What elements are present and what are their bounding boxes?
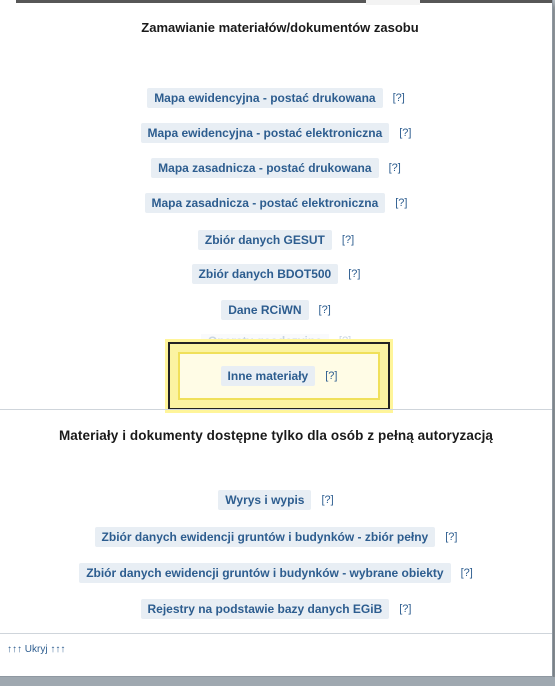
help-link[interactable]: [?] xyxy=(389,161,401,175)
panel-title: Zamawianie materiałów/dokumentów zasobu xyxy=(141,20,419,35)
order-button-egib-pelny[interactable]: Zbiór danych ewidencji gruntów i budynkó… xyxy=(94,527,436,547)
hide-link[interactable]: ↑↑↑ Ukryj ↑↑↑ xyxy=(7,644,65,655)
list-item: Wyrys i wypis [?] xyxy=(0,490,552,510)
help-link[interactable]: [?] xyxy=(445,530,457,544)
highlighted-list-item: Inne materiały [?] xyxy=(178,352,380,400)
section-divider xyxy=(0,633,552,634)
order-button-mapa-ewidencyjna-elektroniczna[interactable]: Mapa ewidencyjna - postać elektroniczna xyxy=(140,123,390,143)
help-link[interactable]: [?] xyxy=(321,493,333,507)
help-link[interactable]: [?] xyxy=(395,196,407,210)
list-item: Mapa zasadnicza - postać elektroniczna [… xyxy=(0,193,552,213)
order-button-rciwn[interactable]: Dane RCiWN xyxy=(221,300,309,320)
help-link[interactable]: [?] xyxy=(342,233,354,247)
order-button-inne-materialy[interactable]: Inne materiały xyxy=(220,366,316,386)
order-button-mapa-ewidencyjna-drukowana[interactable]: Mapa ewidencyjna - postać drukowana xyxy=(147,88,383,108)
authorized-section-title: Materiały i dokumenty dostępne tylko dla… xyxy=(58,428,494,443)
order-button-bdot500[interactable]: Zbiór danych BDOT500 xyxy=(191,264,339,284)
help-link[interactable]: [?] xyxy=(399,602,411,616)
list-item: Dane RCiWN [?] xyxy=(0,300,552,320)
order-materials-panel: Zamawianie materiałów/dokumentów zasobu … xyxy=(0,0,553,677)
list-item: Mapa ewidencyjna - postać elektroniczna … xyxy=(0,123,552,143)
panel-top-edge xyxy=(16,0,552,3)
list-item: Zbiór danych ewidencji gruntów i budynkó… xyxy=(0,563,552,583)
list-item: Zbiór danych ewidencji gruntów i budynkó… xyxy=(0,527,552,547)
help-link[interactable]: [?] xyxy=(399,126,411,140)
section-divider xyxy=(0,409,552,410)
list-item: Mapa zasadnicza - postać drukowana [?] xyxy=(0,158,552,178)
order-button-rejestry-egib[interactable]: Rejestry na podstawie bazy danych EGiB xyxy=(140,599,390,619)
help-link[interactable]: [?] xyxy=(393,91,405,105)
highlight-box: Inne materiały [?] xyxy=(168,342,390,410)
help-link[interactable]: [?] xyxy=(461,566,473,580)
list-item: Mapa ewidencyjna - postać drukowana [?] xyxy=(0,88,552,108)
list-item: Rejestry na podstawie bazy danych EGiB [… xyxy=(0,599,552,619)
list-item: Zbiór danych GESUT [?] xyxy=(0,230,552,250)
help-link[interactable]: [?] xyxy=(348,267,360,281)
order-button-mapa-zasadnicza-drukowana[interactable]: Mapa zasadnicza - postać drukowana xyxy=(151,158,379,178)
panel-top-notch xyxy=(366,0,420,5)
order-button-mapa-zasadnicza-elektroniczna[interactable]: Mapa zasadnicza - postać elektroniczna xyxy=(144,193,386,213)
list-item: Zbiór danych BDOT500 [?] xyxy=(0,264,552,284)
help-link[interactable]: [?] xyxy=(319,303,331,317)
background-bottom-bar xyxy=(0,677,555,686)
order-button-gesut[interactable]: Zbiór danych GESUT xyxy=(197,230,332,250)
order-button-egib-wybrane[interactable]: Zbiór danych ewidencji gruntów i budynkó… xyxy=(79,563,451,583)
order-button-wyrys-wypis[interactable]: Wyrys i wypis xyxy=(218,490,312,510)
help-link[interactable]: [?] xyxy=(325,369,337,383)
